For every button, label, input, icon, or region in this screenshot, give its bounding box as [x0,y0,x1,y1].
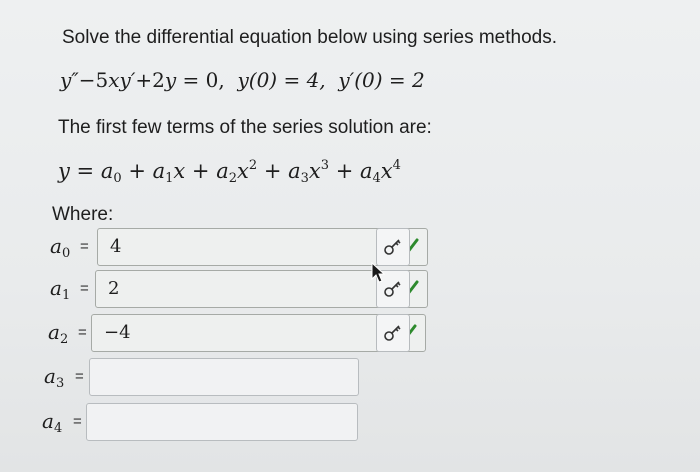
answer-input-a4[interactable] [86,403,358,441]
series-x: x [173,159,186,183]
answer-value-a1: 2 [108,278,120,299]
series-exp-3: 3 [320,158,330,173]
eq-plus-two: +2 [135,68,165,92]
answer-label-a0: a0 [50,234,71,261]
eq-equals-zero: = 0, [176,68,225,92]
eq-xy-prime: xy′ [108,68,136,92]
differential-equation: y″−5xy′+2y = 0, y(0) = 4, y′(0) = 2 [60,68,425,92]
answer-label-a4: a4 [42,409,63,436]
series-expression: y = a0 + a1x + a2x2 + a3x3 + a4x4 [58,158,401,186]
mouse-cursor-icon [371,262,386,283]
key-button-a2[interactable] [376,314,410,352]
series-a0-sub: 0 [113,171,122,186]
series-a0: a [100,159,114,183]
eq-minus-five: −5 [78,68,109,92]
answer-value-a2: −4 [104,322,131,343]
equals-sign: = [80,280,89,297]
series-a3: a [288,159,301,183]
series-eq: = [69,159,101,183]
key-button-a0[interactable] [376,228,410,266]
answer-label-a1: a1 [50,276,71,303]
key-icon [384,281,401,297]
answer-label-a2: a2 [48,320,69,347]
series-y: y [58,159,70,183]
equals-sign: = [75,368,84,385]
series-intro: The first few terms of the series soluti… [58,117,432,138]
eq-y: y [164,68,177,92]
series-a4: a [359,159,373,183]
series-x3: x [308,159,321,183]
series-a2: a [216,159,229,183]
initial-condition-2: y′(0) = 2 [338,68,425,92]
series-exp-4: 4 [392,158,401,173]
key-icon [384,325,401,341]
equals-sign: = [73,413,82,430]
equals-sign: = [78,324,87,341]
answer-value-a0: 4 [110,236,122,257]
series-a4-sub: 4 [372,171,381,186]
series-a3-sub: 3 [300,171,309,186]
series-plus: + [257,159,289,183]
series-plus: + [329,159,360,183]
series-x4: x [380,159,393,183]
eq-y-double-prime: y″ [60,68,79,92]
equals-sign: = [80,238,89,255]
key-icon [384,239,401,255]
series-a1: a [152,159,166,183]
series-plus: + [185,159,217,183]
series-a2-sub: 2 [228,171,238,186]
series-x2: x [237,159,249,183]
answer-input-a3[interactable] [89,358,359,396]
initial-condition-1: y(0) = 4, [237,68,326,92]
where-label: Where: [52,204,114,225]
question-prompt: Solve the differential equation below us… [62,27,558,48]
series-plus: + [121,159,153,183]
answer-label-a3: a3 [44,364,65,391]
series-exp-2: 2 [248,158,258,173]
